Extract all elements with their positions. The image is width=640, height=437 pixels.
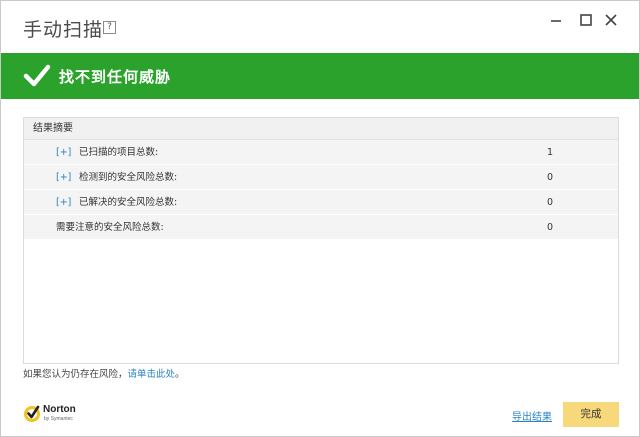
status-text: 找不到任何威胁	[59, 68, 172, 86]
status-banner: 找不到任何威胁	[1, 53, 639, 99]
row-value: 0	[547, 222, 554, 233]
maximize-icon[interactable]	[577, 11, 595, 29]
click-here-link[interactable]: 请单击此处	[128, 369, 176, 380]
results-summary-panel: 结果摘要 [+] 已扫描的项目总数: 1 [+] 检测到的安全风险总数: 0 […	[23, 117, 619, 364]
expand-toggle[interactable]: [+]	[56, 140, 71, 165]
scan-window: 手动扫描 ? 找不到任何威胁 结果摘要 [+] 已扫描的项目总数: 1 [+] …	[0, 0, 640, 437]
row-label: 检测到的安全风险总数:	[79, 172, 178, 183]
title-bar: 手动扫描 ?	[1, 1, 639, 53]
export-results-link[interactable]: 导出结果	[512, 408, 552, 423]
table-row: [+] 检测到的安全风险总数: 0	[24, 165, 618, 190]
expand-toggle[interactable]: [+]	[56, 165, 71, 190]
done-button[interactable]: 完成	[563, 402, 619, 427]
logo-sub: by Symantec	[44, 416, 73, 422]
risk-note: 如果您认为仍存在风险，请单击此处。	[23, 366, 185, 380]
help-button[interactable]: ?	[103, 21, 116, 34]
row-label: 已扫描的项目总数:	[79, 147, 159, 158]
table-row: [+] 已解决的安全风险总数: 0	[24, 190, 618, 215]
checkmark-icon	[23, 62, 51, 90]
minimize-icon[interactable]	[547, 11, 565, 29]
expand-toggle[interactable]: [+]	[56, 190, 71, 215]
close-icon[interactable]	[602, 11, 620, 29]
row-value: 0	[547, 197, 554, 208]
table-row: 需要注意的安全风险总数: 0	[24, 215, 618, 240]
logo-name: Norton	[43, 404, 76, 415]
note-suffix: 。	[175, 369, 185, 380]
row-label: 已解决的安全风险总数:	[79, 197, 178, 208]
row-label: 需要注意的安全风险总数:	[56, 222, 164, 233]
norton-badge-icon	[24, 405, 40, 422]
note-text: 如果您认为仍存在风险，	[23, 369, 128, 380]
table-row: [+] 已扫描的项目总数: 1	[24, 140, 618, 165]
norton-logo: Norton by Symantec	[23, 403, 83, 427]
panel-header: 结果摘要	[24, 118, 618, 140]
window-title: 手动扫描	[23, 19, 104, 41]
row-value: 0	[547, 172, 554, 183]
row-value: 1	[547, 147, 554, 158]
